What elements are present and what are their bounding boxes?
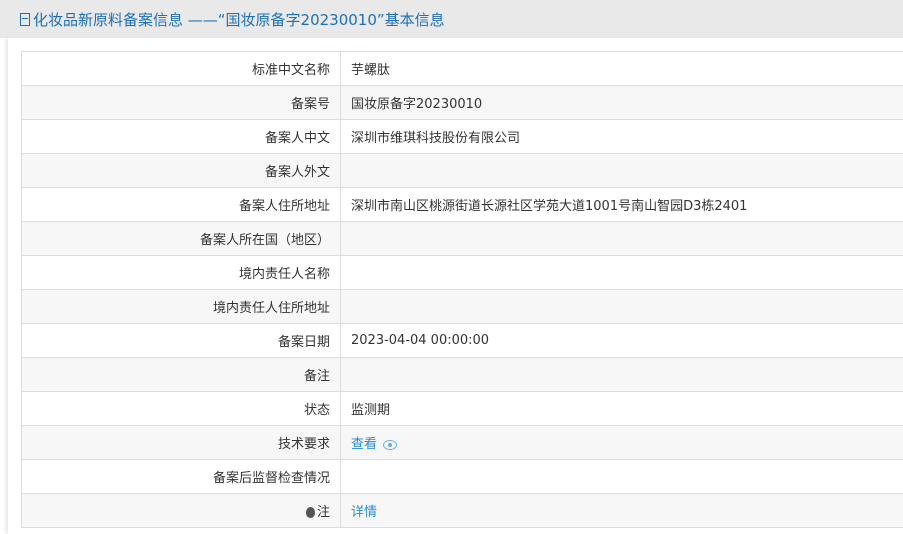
row-label: 备案人住所地址 xyxy=(21,187,341,222)
table-row: 备案后监督检查情况 xyxy=(21,459,903,494)
table-row: 备案人中文 深圳市维琪科技股份有限公司 xyxy=(21,119,903,154)
table-row: 技术要求 查看 xyxy=(21,425,903,460)
row-label: 备案人外文 xyxy=(21,153,341,188)
row-value: 芋螺肽 xyxy=(340,51,903,86)
eye-icon[interactable] xyxy=(383,439,398,450)
row-label: 标准中文名称 xyxy=(21,51,341,86)
row-value: 查看 xyxy=(340,425,903,460)
row-label: 备案人所在国（地区） xyxy=(21,221,341,256)
row-value: 深圳市维琪科技股份有限公司 xyxy=(340,119,903,154)
row-label: 境内责任人住所地址 xyxy=(21,289,341,324)
table-row: 境内责任人名称 xyxy=(21,255,903,290)
table-row: 备案号 国妆原备字20230010 xyxy=(21,85,903,120)
table-row: 备案日期 2023-04-04 00:00:00 xyxy=(21,323,903,358)
table-row: 状态 监测期 xyxy=(21,391,903,426)
table-row: 备注 xyxy=(21,357,903,392)
row-value: 2023-04-04 00:00:00 xyxy=(340,323,903,358)
row-value: 详情 xyxy=(340,493,903,528)
page-header: 化妆品新原料备案信息 ——“国妆原备字20230010”基本信息 xyxy=(0,0,903,38)
table-row: 备案人所在国（地区） xyxy=(21,221,903,256)
row-value xyxy=(340,289,903,324)
table-row: 注详情 xyxy=(21,493,903,528)
content-panel: 标准中文名称 芋螺肽 备案号 国妆原备字20230010 备案人中文 深圳市维琪科技股份有… xyxy=(8,38,903,534)
row-label: 注 xyxy=(21,493,341,528)
lightbulb-icon xyxy=(305,507,315,518)
row-value xyxy=(340,255,903,290)
details-link[interactable]: 详情 xyxy=(351,505,377,520)
table-row: 备案人住所地址 深圳市南山区桃源街道长源社区学苑大道1001号南山智园D3栋240… xyxy=(21,187,903,222)
row-value xyxy=(340,153,903,188)
info-table: 标准中文名称 芋螺肽 备案号 国妆原备字20230010 备案人中文 深圳市维琪科技股份有… xyxy=(21,51,903,528)
row-label: 备案号 xyxy=(21,85,341,120)
row-label: 备案后监督检查情况 xyxy=(21,459,341,494)
table-row: 备案人外文 xyxy=(21,153,903,188)
row-label: 境内责任人名称 xyxy=(21,255,341,290)
row-value xyxy=(340,459,903,494)
row-value: 国妆原备字20230010 xyxy=(340,85,903,120)
view-tech-requirements-link[interactable]: 查看 xyxy=(351,437,377,452)
row-value xyxy=(340,357,903,392)
document-icon xyxy=(20,12,30,26)
row-label: 备注 xyxy=(21,357,341,392)
row-value: 深圳市南山区桃源街道长源社区学苑大道1001号南山智园D3栋2401 xyxy=(340,187,903,222)
table-row: 标准中文名称 芋螺肽 xyxy=(21,51,903,86)
row-value: 监测期 xyxy=(340,391,903,426)
row-label: 状态 xyxy=(21,391,341,426)
table-row: 境内责任人住所地址 xyxy=(21,289,903,324)
row-label: 技术要求 xyxy=(21,425,341,460)
page-title: 化妆品新原料备案信息 ——“国妆原备字20230010”基本信息 xyxy=(33,10,445,29)
row-value xyxy=(340,221,903,256)
row-label: 备案人中文 xyxy=(21,119,341,154)
row-label: 备案日期 xyxy=(21,323,341,358)
